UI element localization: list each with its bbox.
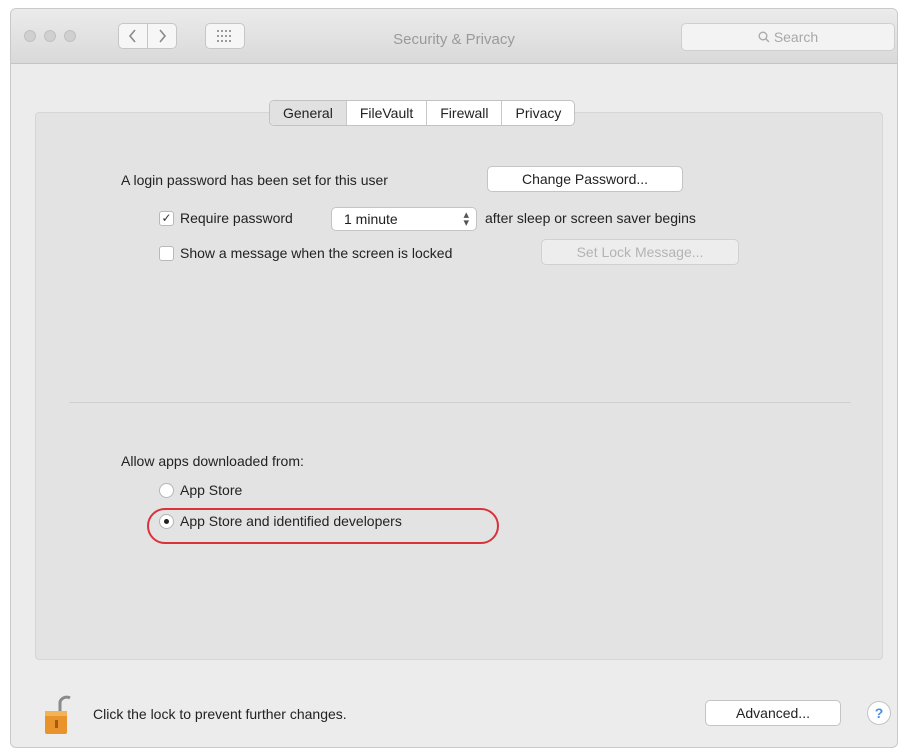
unlocked-padlock-icon[interactable]	[43, 692, 73, 736]
tab-bar: General FileVault Firewall Privacy	[269, 100, 576, 126]
annotation-highlight-ring	[147, 508, 499, 544]
search-field[interactable]: Search	[681, 23, 895, 51]
show-message-checkbox[interactable]	[159, 246, 174, 261]
title-bar: Security & Privacy Search	[11, 9, 897, 64]
select-value: 1 minute	[344, 211, 398, 227]
lock-status-text: Click the lock to prevent further change…	[93, 706, 347, 722]
set-lock-message-button[interactable]: Set Lock Message...	[541, 239, 739, 265]
login-password-text: A login password has been set for this u…	[121, 172, 388, 188]
search-placeholder: Search	[773, 29, 819, 45]
require-password-suffix: after sleep or screen saver begins	[485, 210, 696, 226]
show-message-label: Show a message when the screen is locked	[180, 245, 453, 261]
help-button[interactable]: ?	[867, 701, 891, 725]
change-password-button[interactable]: Change Password...	[487, 166, 683, 192]
radio-app-store[interactable]	[159, 483, 174, 498]
tab-privacy[interactable]: Privacy	[502, 101, 574, 125]
require-password-checkbox[interactable]: ✓	[159, 211, 174, 226]
preferences-window: Security & Privacy Search General FileVa…	[10, 8, 898, 748]
radio-app-store-label: App Store	[180, 482, 243, 498]
tab-firewall[interactable]: Firewall	[427, 101, 503, 125]
require-password-delay-select[interactable]: 1 minute ▴ ▾	[331, 207, 477, 231]
section-divider	[69, 402, 851, 403]
advanced-button[interactable]: Advanced...	[705, 700, 841, 726]
select-arrows-icon: ▴ ▾	[463, 209, 469, 229]
tab-filevault[interactable]: FileVault	[347, 101, 428, 125]
content-panel	[35, 112, 883, 660]
require-password-label: Require password	[180, 210, 293, 226]
tab-general[interactable]: General	[270, 101, 347, 125]
magnifier-icon	[758, 31, 770, 43]
allow-apps-heading: Allow apps downloaded from:	[121, 453, 304, 469]
